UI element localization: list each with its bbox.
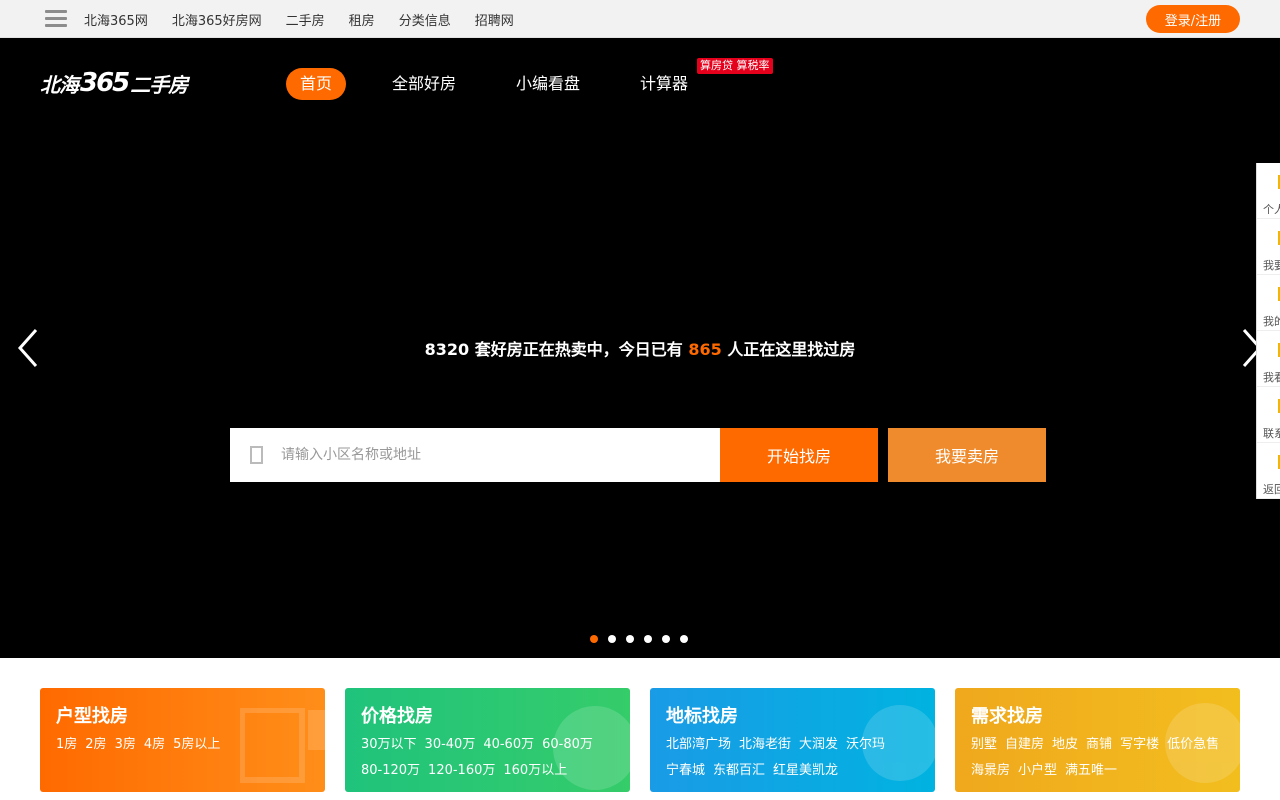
card-title: 户型找房 <box>56 706 128 727</box>
card-links: 北部湾广场 北海老街 大润发 沃尔玛 宁春城 东都百汇 红星美凯龙 <box>666 732 926 784</box>
card-link[interactable]: 东都百汇 <box>713 758 765 784</box>
card-link[interactable]: 30-40万 <box>425 732 476 758</box>
search-input[interactable] <box>281 435 681 475</box>
card-links: 别墅 自建房 地皮 商铺 写字楼 低价急售 海景房 小户型 满五唯一 <box>971 732 1231 784</box>
card-need-search: 需求找房 别墅 自建房 地皮 商铺 写字楼 低价急售 海景房 小户型 满五唯一 <box>955 688 1240 792</box>
building-icon <box>250 446 263 464</box>
logo-text-a: 北海 <box>40 72 79 97</box>
nav-calculator[interactable]: 计算器 <box>626 68 702 100</box>
card-link[interactable]: 小户型 <box>1018 758 1057 784</box>
sidebar-item-contact[interactable]: 联系 <box>1257 387 1280 443</box>
card-link[interactable]: 120-160万 <box>428 758 495 784</box>
card-links: 1房 2房 3房 4房 5房以上 <box>56 732 316 758</box>
sidebar-item-back-top[interactable]: 返回 <box>1257 443 1280 499</box>
card-link[interactable]: 红星美凯龙 <box>773 758 838 784</box>
visitor-count: 865 <box>688 340 722 359</box>
tagline-text-2: 人正在这里找过房 <box>721 340 856 359</box>
hero-tagline: 8320 套好房正在热卖中，今日已有 865 人正在这里找过房 <box>0 336 1280 360</box>
card-price-search: 价格找房 30万以下 30-40万 40-60万 60-80万 80-120万 … <box>345 688 630 792</box>
card-link[interactable]: 大润发 <box>799 732 838 758</box>
carousel-dot[interactable] <box>590 635 598 643</box>
top-bar: 北海365网 北海365好房网 二手房 租房 分类信息 招聘网 登录/注册 <box>0 0 1280 38</box>
tagline-text-1: 套好房正在热卖中，今日已有 <box>469 340 689 359</box>
card-link[interactable]: 30万以下 <box>361 732 417 758</box>
card-link[interactable]: 60-80万 <box>542 732 593 758</box>
card-link[interactable]: 北海老街 <box>739 732 791 758</box>
top-link-fenlei[interactable]: 分类信息 <box>399 10 451 29</box>
card-link[interactable]: 5房以上 <box>173 732 220 758</box>
top-link-ershoufang[interactable]: 二手房 <box>286 10 325 29</box>
start-search-button[interactable]: 开始找房 <box>720 428 878 482</box>
card-link[interactable]: 4房 <box>144 732 165 758</box>
listing-count: 8320 <box>424 340 470 359</box>
card-title: 需求找房 <box>971 706 1043 727</box>
card-links: 30万以下 30-40万 40-60万 60-80万 80-120万 120-1… <box>361 732 621 784</box>
sidebar-item-mine[interactable]: 我的 <box>1257 275 1280 331</box>
menu-icon[interactable] <box>45 10 67 28</box>
top-link-zhaopin[interactable]: 招聘网 <box>475 10 514 29</box>
carousel-dot[interactable] <box>680 635 688 643</box>
card-title: 地标找房 <box>666 706 738 727</box>
card-link[interactable]: 低价急售 <box>1167 732 1219 758</box>
card-link[interactable]: 地皮 <box>1052 732 1078 758</box>
top-link-haofang[interactable]: 北海365好房网 <box>172 10 262 29</box>
calculator-badge: 算房贷 算税率 <box>697 58 773 74</box>
search-box <box>230 428 720 482</box>
nav-home[interactable]: 首页 <box>286 68 347 100</box>
card-link[interactable]: 商铺 <box>1086 732 1112 758</box>
logo-text-b: 二手房 <box>130 72 188 97</box>
carousel-dots <box>590 635 698 643</box>
sell-house-button[interactable]: 我要卖房 <box>888 428 1046 482</box>
carousel-dot[interactable] <box>662 635 670 643</box>
card-link[interactable]: 80-120万 <box>361 758 420 784</box>
carousel-dot[interactable] <box>608 635 616 643</box>
card-link[interactable]: 海景房 <box>971 758 1010 784</box>
card-link[interactable]: 满五唯一 <box>1065 758 1117 784</box>
card-link[interactable]: 160万以上 <box>503 758 567 784</box>
right-sidebar: 个人 我要 我的 我看 联系 返回 <box>1256 163 1280 499</box>
card-link[interactable]: 宁春城 <box>666 758 705 784</box>
card-link[interactable]: 1房 <box>56 732 77 758</box>
card-landmark-search: 地标找房 北部湾广场 北海老街 大润发 沃尔玛 宁春城 东都百汇 红星美凯龙 <box>650 688 935 792</box>
card-link[interactable]: 写字楼 <box>1120 732 1159 758</box>
search-category-cards: 户型找房 1房 2房 3房 4房 5房以上 价格找房 30万以下 30-40万 … <box>40 688 1240 792</box>
card-link[interactable]: 3房 <box>115 732 136 758</box>
sidebar-item-viewed[interactable]: 我看 <box>1257 331 1280 387</box>
card-link[interactable]: 自建房 <box>1005 732 1044 758</box>
login-register-button[interactable]: 登录/注册 <box>1146 5 1240 33</box>
site-logo[interactable]: 北海 365 二手房 <box>40 68 188 98</box>
card-link[interactable]: 沃尔玛 <box>846 732 885 758</box>
top-links: 北海365网 北海365好房网 二手房 租房 分类信息 招聘网 <box>84 0 538 38</box>
card-link[interactable]: 北部湾广场 <box>666 732 731 758</box>
nav-editor-review[interactable]: 小编看盘 <box>502 68 594 100</box>
card-link[interactable]: 别墅 <box>971 732 997 758</box>
card-layout-search: 户型找房 1房 2房 3房 4房 5房以上 <box>40 688 325 792</box>
hero-banner: 北海 365 二手房 首页 全部好房 小编看盘 计算器 算房贷 算税率 8320… <box>0 38 1280 658</box>
card-link[interactable]: 2房 <box>85 732 106 758</box>
top-link-365[interactable]: 北海365网 <box>84 10 148 29</box>
card-title: 价格找房 <box>361 706 433 727</box>
top-link-zufang[interactable]: 租房 <box>349 10 375 29</box>
nav-all-listings[interactable]: 全部好房 <box>378 68 470 100</box>
sidebar-item-want[interactable]: 我要 <box>1257 219 1280 275</box>
card-link[interactable]: 40-60万 <box>483 732 534 758</box>
logo-number: 365 <box>80 68 130 98</box>
sidebar-item-personal[interactable]: 个人 <box>1257 163 1280 219</box>
main-nav: 首页 全部好房 小编看盘 计算器 <box>286 68 734 100</box>
carousel-dot[interactable] <box>644 635 652 643</box>
carousel-dot[interactable] <box>626 635 634 643</box>
